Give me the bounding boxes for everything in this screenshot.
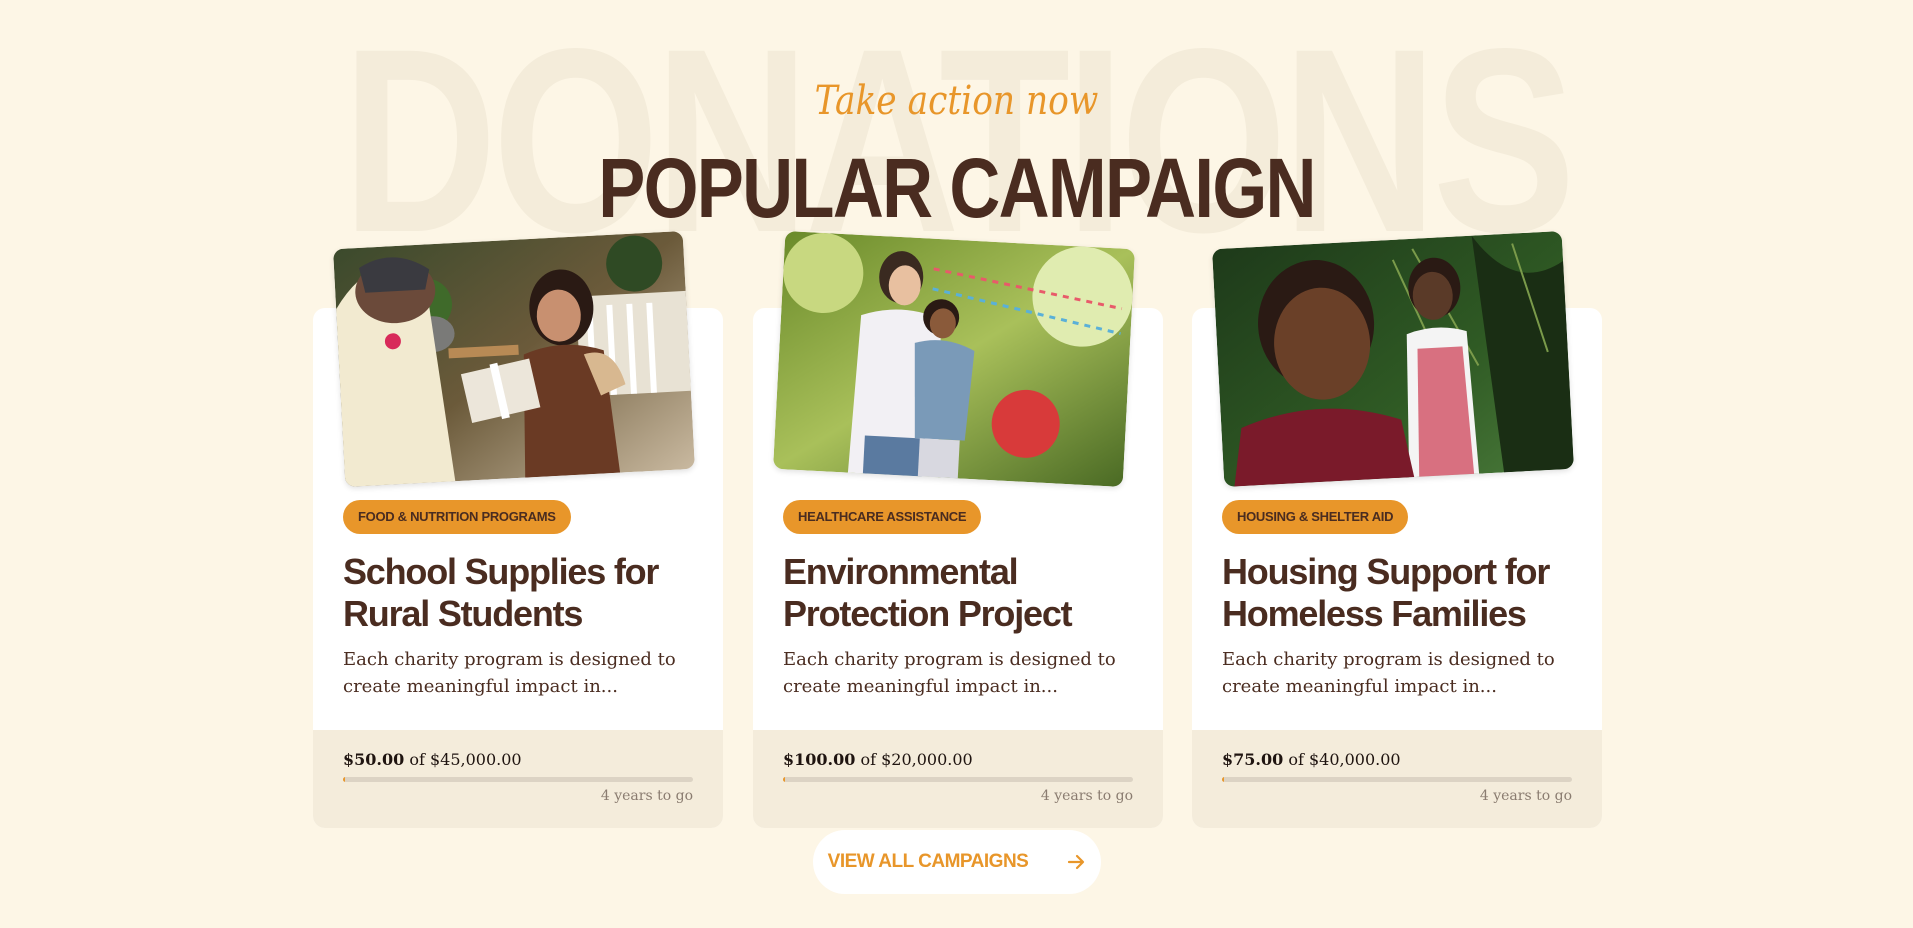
raised-amount: $75.00 [1222, 750, 1284, 769]
time-remaining: 4 years to go [600, 788, 693, 804]
campaign-image[interactable] [1212, 231, 1574, 487]
of-label: of [409, 750, 425, 769]
campaign-image[interactable] [773, 231, 1135, 487]
campaign-card[interactable]: HOUSING & SHELTER AID Housing Support fo… [1192, 231, 1602, 828]
campaign-title[interactable]: School Supplies for Rural Students [343, 551, 703, 635]
progress-bar [783, 777, 1133, 782]
campaign-image[interactable] [333, 231, 695, 487]
category-badge[interactable]: HOUSING & SHELTER AID [1222, 500, 1409, 534]
campaign-card[interactable]: HEALTHCARE ASSISTANCE Environmental Prot… [753, 231, 1163, 828]
campaign-progress-panel: $100.00 of $20,000.00 4 years to go [753, 730, 1163, 828]
children-photo [1212, 231, 1574, 487]
campaign-card[interactable]: FOOD & NUTRITION PROGRAMS School Supplie… [313, 231, 723, 828]
hugging-photo [773, 231, 1135, 487]
category-badge[interactable]: FOOD & NUTRITION PROGRAMS [343, 500, 571, 534]
progress-fill [343, 777, 346, 782]
progress-bar [343, 777, 693, 782]
category-badge[interactable]: HEALTHCARE ASSISTANCE [783, 500, 982, 534]
raised-amount: $50.00 [343, 750, 405, 769]
campaign-progress-panel: $50.00 of $45,000.00 4 years to go [313, 730, 723, 828]
campaign-section: DONATIONS Take action now POPULAR CAMPAI… [0, 0, 1913, 928]
campaign-progress-panel: $75.00 of $40,000.00 4 years to go [1192, 730, 1602, 828]
goal-amount: $45,000.00 [429, 750, 522, 769]
view-all-campaigns-button[interactable]: VIEW ALL CAMPAIGNS [813, 830, 1101, 894]
campaign-title[interactable]: Housing Support for Homeless Families [1222, 551, 1582, 635]
campaign-description: Each charity program is designed to crea… [1222, 649, 1555, 697]
campaign-title[interactable]: Environmental Protection Project [783, 551, 1143, 635]
goal-amount: $20,000.00 [881, 750, 973, 769]
raised-amount-line: $50.00 of $45,000.00 [343, 750, 522, 769]
section-eyebrow: Take action now [814, 78, 1099, 124]
of-label: of [860, 750, 877, 769]
raised-amount-line: $75.00 of $40,000.00 [1222, 750, 1401, 769]
goal-amount: $40,000.00 [1308, 750, 1401, 769]
progress-fill [1222, 777, 1225, 782]
raised-amount-line: $100.00 of $20,000.00 [783, 750, 973, 769]
time-remaining: 4 years to go [1479, 788, 1572, 804]
of-label: of [1288, 750, 1304, 769]
campaign-description: Each charity program is designed to crea… [783, 649, 1116, 697]
progress-bar [1222, 777, 1572, 782]
time-remaining: 4 years to go [1040, 788, 1133, 804]
arrow-right-icon [1068, 854, 1085, 870]
section-title: POPULAR CAMPAIGN [598, 141, 1316, 235]
campaign-description: Each charity program is designed to crea… [343, 649, 676, 697]
gift-exchange-photo [333, 231, 695, 487]
view-all-campaigns-label: VIEW ALL CAMPAIGNS [827, 851, 1029, 872]
raised-amount: $100.00 [783, 750, 856, 769]
progress-fill [783, 777, 786, 782]
